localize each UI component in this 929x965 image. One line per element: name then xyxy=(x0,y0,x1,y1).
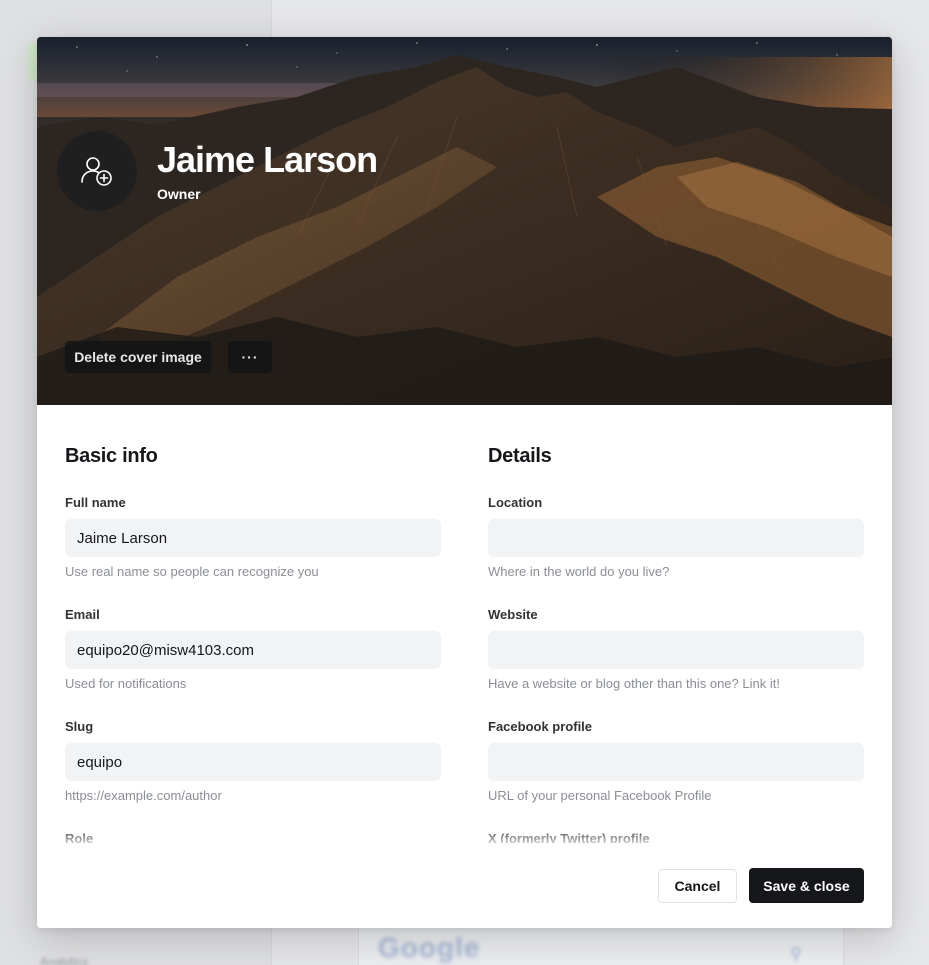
slug-hint: https://example.com/author xyxy=(65,788,222,803)
facebook-field: Facebook profile URL of your personal Fa… xyxy=(488,719,864,803)
email-input[interactable]: equipo20@misw4103.com xyxy=(65,631,441,669)
background-search-icon: ⚲ xyxy=(790,946,802,963)
full-name-input[interactable]: Jaime Larson xyxy=(65,519,441,557)
profile-modal: Jaime Larson Owner Delete cover image ··… xyxy=(37,37,892,928)
more-options-button[interactable]: ··· xyxy=(228,341,272,373)
profile-name: Jaime Larson xyxy=(157,139,378,180)
location-field: Location Where in the world do you live? xyxy=(488,495,864,579)
background-sidebar-item: Analytics xyxy=(40,955,89,965)
delete-cover-image-button[interactable]: Delete cover image xyxy=(65,341,211,373)
slug-input[interactable]: equipo xyxy=(65,743,441,781)
facebook-input[interactable] xyxy=(488,743,864,781)
full-name-label: Full name xyxy=(65,495,126,510)
background-google-logo: Google xyxy=(378,932,481,963)
website-field: Website Have a website or blog other tha… xyxy=(488,607,864,691)
ellipsis-icon: ··· xyxy=(241,349,259,365)
cancel-button[interactable]: Cancel xyxy=(658,869,737,903)
save-and-close-button[interactable]: Save & close xyxy=(749,868,864,903)
cover-image: Jaime Larson Owner Delete cover image ··… xyxy=(37,37,892,405)
slug-field: Slug equipo https://example.com/author xyxy=(65,719,441,803)
facebook-hint: URL of your personal Facebook Profile xyxy=(488,788,712,803)
website-input[interactable] xyxy=(488,631,864,669)
avatar-upload[interactable] xyxy=(57,131,137,211)
location-hint: Where in the world do you live? xyxy=(488,564,670,579)
full-name-hint: Use real name so people can recognize yo… xyxy=(65,564,319,579)
email-label: Email xyxy=(65,607,100,622)
website-hint: Have a website or blog other than this o… xyxy=(488,676,780,691)
facebook-label: Facebook profile xyxy=(488,719,593,734)
profile-form: Basic info Full name Jaime Larson Use re… xyxy=(37,405,892,845)
email-hint: Used for notifications xyxy=(65,676,187,691)
profile-role: Owner xyxy=(157,186,201,202)
location-label: Location xyxy=(488,495,543,510)
basic-info-title: Basic info xyxy=(65,445,158,467)
full-name-field: Full name Jaime Larson Use real name so … xyxy=(65,495,441,579)
details-title: Details xyxy=(488,445,552,467)
website-label: Website xyxy=(488,607,538,622)
modal-footer: Cancel Save & close xyxy=(37,843,892,928)
location-input[interactable] xyxy=(488,519,864,557)
email-field: Email equipo20@misw4103.com Used for not… xyxy=(65,607,441,691)
slug-label: Slug xyxy=(65,719,94,734)
add-user-icon xyxy=(81,157,112,186)
